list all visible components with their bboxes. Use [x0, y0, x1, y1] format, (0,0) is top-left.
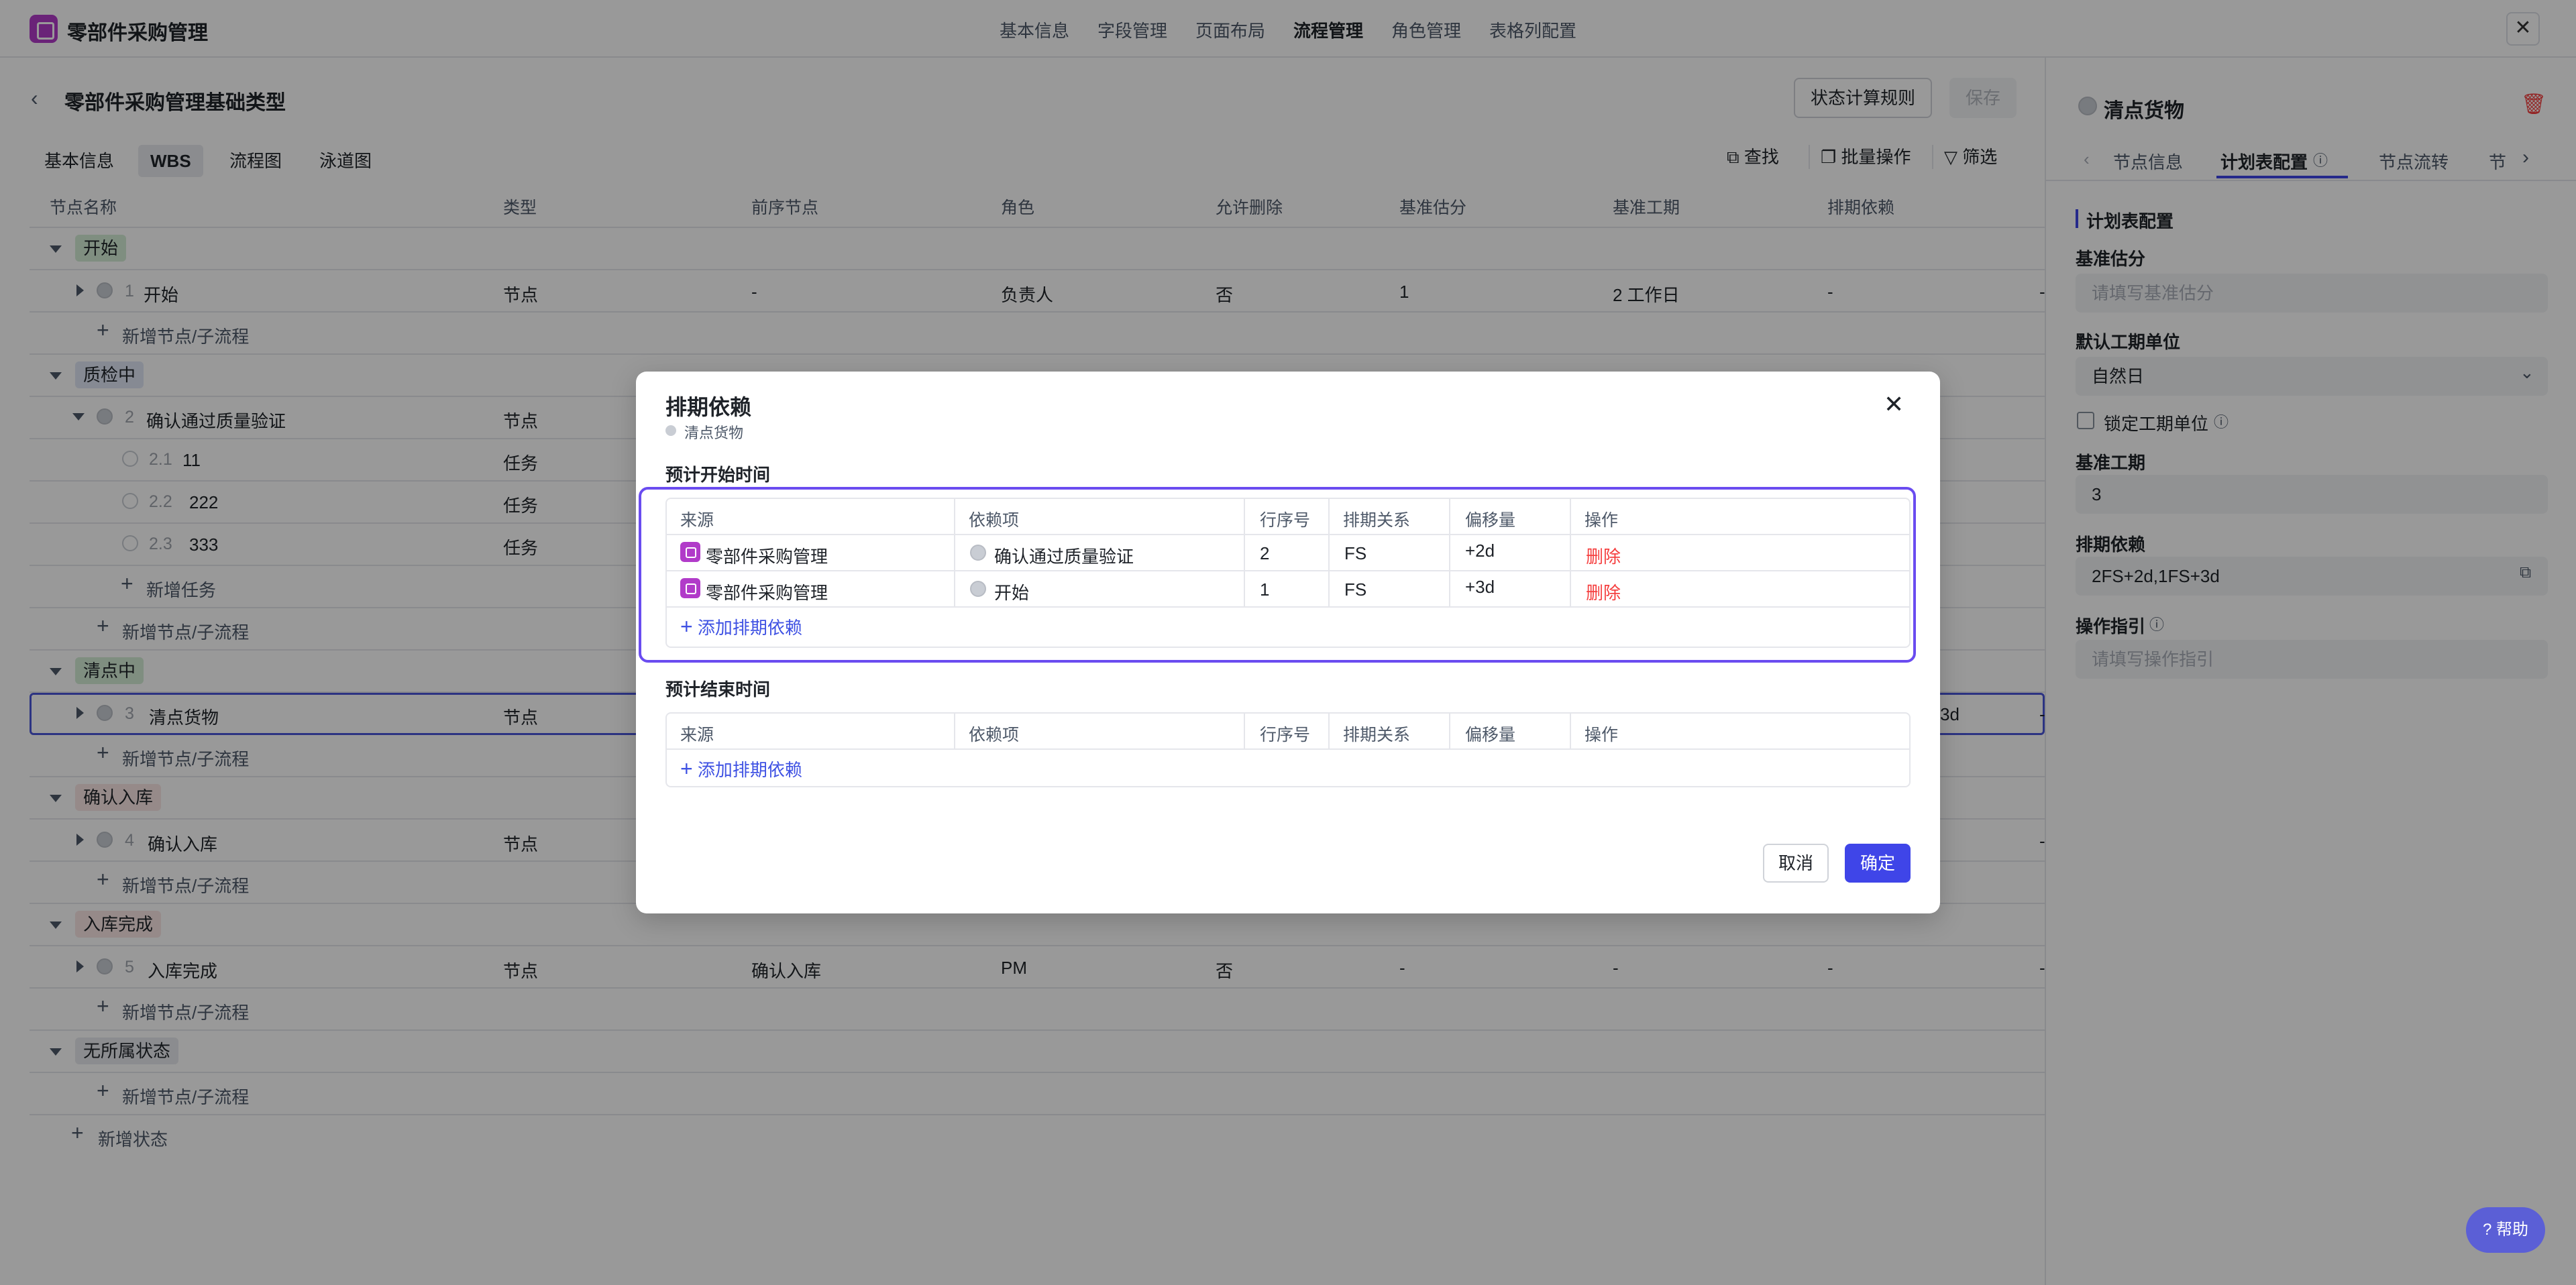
divider [667, 534, 1909, 535]
add-dependency-label: 添加排期依赖 [697, 618, 802, 638]
col-relation: 排期关系 [1343, 726, 1411, 744]
end-time-label: 预计结束时间 [665, 679, 771, 700]
col-offset: 偏移量 [1465, 726, 1516, 744]
node-status-icon [970, 581, 986, 597]
dep-seq[interactable]: 1 [1260, 579, 1269, 600]
divider [1449, 714, 1450, 748]
col-seq: 行序号 [1260, 726, 1311, 744]
add-dependency-link[interactable]: + 添加排期依赖 [680, 757, 802, 781]
dialog-title: 排期依赖 [665, 395, 752, 419]
delete-link[interactable]: 删除 [1586, 543, 1621, 568]
delete-link[interactable]: 删除 [1586, 579, 1621, 604]
help-label: 帮助 [2496, 1221, 2529, 1239]
divider [1244, 499, 1245, 606]
dep-relation[interactable]: FS [1344, 543, 1366, 564]
col-dependency: 依赖项 [969, 726, 1020, 744]
close-icon[interactable]: ✕ [1884, 390, 1904, 418]
col-source: 来源 [680, 726, 714, 744]
divider [1570, 499, 1571, 606]
col-source: 来源 [680, 511, 714, 530]
divider [667, 570, 1909, 571]
add-dependency-link[interactable]: + 添加排期依赖 [680, 614, 802, 639]
help-button[interactable]: ? 帮助 [2466, 1207, 2545, 1253]
divider [1328, 499, 1330, 606]
confirm-button[interactable]: 确定 [1845, 844, 1911, 883]
dep-offset[interactable]: +2d [1465, 541, 1495, 561]
dep-item: 开始 [994, 583, 1030, 603]
app-logo-icon [680, 542, 700, 562]
col-relation: 排期关系 [1343, 511, 1411, 530]
node-status-icon [665, 425, 676, 436]
divider [954, 499, 955, 606]
add-dependency-label: 添加排期依赖 [697, 760, 802, 780]
divider [954, 714, 955, 748]
divider [1570, 714, 1571, 748]
col-offset: 偏移量 [1465, 511, 1516, 530]
start-time-label: 预计开始时间 [665, 465, 771, 485]
col-seq: 行序号 [1260, 511, 1311, 530]
dep-seq[interactable]: 2 [1260, 543, 1269, 564]
dep-source: 零部件采购管理 [706, 547, 828, 567]
col-dependency: 依赖项 [969, 511, 1020, 530]
dep-item: 确认通过质量验证 [994, 547, 1134, 567]
divider [1449, 499, 1450, 606]
dep-relation[interactable]: FS [1344, 579, 1366, 600]
plus-icon: + [680, 757, 693, 781]
divider [1244, 714, 1245, 748]
divider [667, 606, 1909, 608]
dep-source: 零部件采购管理 [706, 583, 828, 603]
app-logo-icon [680, 578, 700, 598]
divider [667, 748, 1909, 750]
dialog-subtitle: 清点货物 [684, 425, 744, 441]
col-action: 操作 [1585, 511, 1619, 530]
dep-offset[interactable]: +3d [1465, 577, 1495, 598]
cancel-button[interactable]: 取消 [1763, 844, 1829, 883]
node-status-icon [970, 545, 986, 561]
help-icon: ? [2482, 1221, 2492, 1239]
plus-icon: + [680, 614, 693, 638]
divider [1328, 714, 1330, 748]
col-action: 操作 [1585, 726, 1619, 744]
